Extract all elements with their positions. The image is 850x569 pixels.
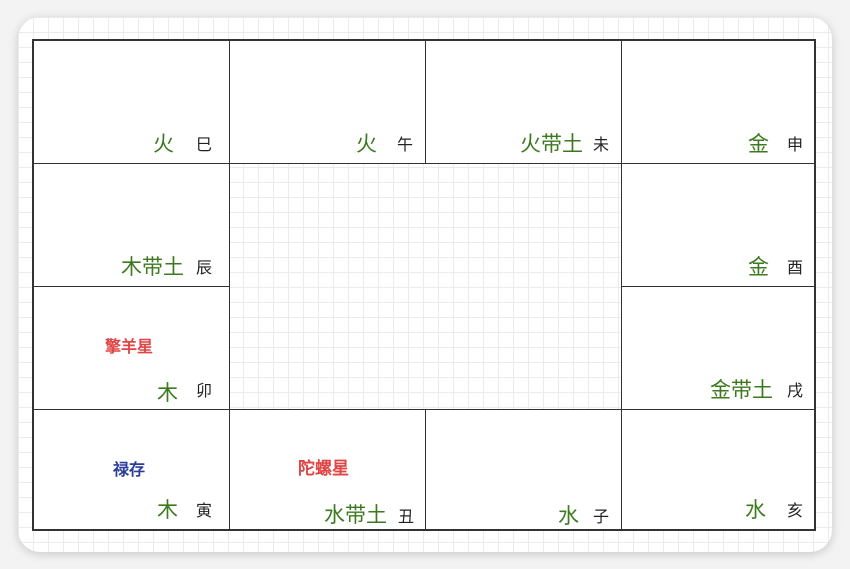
branch-label: 午 xyxy=(396,135,413,154)
branch-label: 未 xyxy=(592,135,609,154)
element-label: 金 xyxy=(748,132,769,156)
cell-you: 金 酉 xyxy=(621,163,815,287)
branch-label: 寅 xyxy=(195,501,212,520)
cell-yin: 禄存 木 寅 xyxy=(33,409,230,530)
cell-chen: 木带土 辰 xyxy=(33,163,230,287)
cell-wu: 火 午 xyxy=(229,40,426,164)
cell-xu: 金带土 戌 xyxy=(621,286,815,410)
star-label: 擎羊星 xyxy=(105,337,154,356)
branch-label: 辰 xyxy=(195,258,212,277)
branch-label: 巳 xyxy=(195,135,212,154)
branch-label: 子 xyxy=(592,507,609,526)
element-label: 木 xyxy=(157,498,178,522)
star-label: 禄存 xyxy=(113,460,146,479)
element-label: 木 xyxy=(157,381,178,405)
branch-label: 丑 xyxy=(397,507,414,526)
cell-mao: 擎羊星 木 卯 xyxy=(33,286,230,410)
branch-label: 戌 xyxy=(786,381,803,400)
element-label: 火 xyxy=(153,132,174,156)
element-label: 火带土 xyxy=(520,132,583,156)
element-label: 木带土 xyxy=(121,255,184,279)
element-label: 水带土 xyxy=(324,503,387,527)
star-label: 陀螺星 xyxy=(298,459,349,479)
cell-shen: 金 申 xyxy=(621,40,815,164)
branch-label: 申 xyxy=(786,135,803,154)
cell-hai: 水 亥 xyxy=(621,409,815,530)
chart-card: 火 巳 火 午 火带土 未 金 申 木带土 辰 擎羊星 木 卯 金 酉 金带土 … xyxy=(18,17,832,552)
center-area xyxy=(229,163,621,409)
branch-label: 卯 xyxy=(195,381,212,400)
branch-label: 亥 xyxy=(786,501,803,520)
cell-wei: 火带土 未 xyxy=(425,40,622,164)
cell-chou: 陀螺星 水带土 丑 xyxy=(229,409,426,530)
cell-zi: 水 子 xyxy=(425,409,622,530)
element-label: 金 xyxy=(748,255,769,279)
palace-board: 火 巳 火 午 火带土 未 金 申 木带土 辰 擎羊星 木 卯 金 酉 金带土 … xyxy=(32,39,816,531)
element-label: 金带土 xyxy=(710,378,773,402)
branch-label: 酉 xyxy=(786,258,803,277)
element-label: 火 xyxy=(356,132,377,156)
element-label: 水 xyxy=(745,498,766,522)
cell-si: 火 巳 xyxy=(33,40,230,164)
element-label: 水 xyxy=(558,504,579,528)
